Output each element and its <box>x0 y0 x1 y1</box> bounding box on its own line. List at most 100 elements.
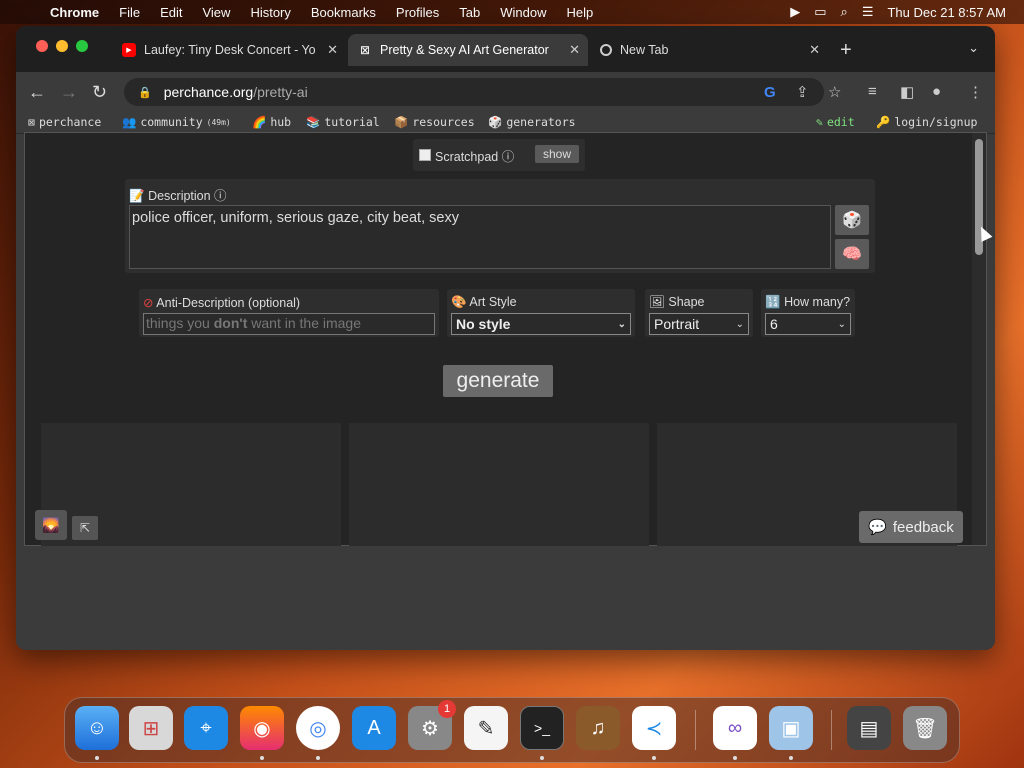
more-menu-icon[interactable]: ⋮ <box>968 83 983 101</box>
menu-file[interactable]: File <box>109 5 150 20</box>
window-empty-area <box>16 546 995 650</box>
play-icon[interactable]: ▶ <box>790 4 800 20</box>
firefox-icon[interactable]: ◉ <box>240 706 284 750</box>
search-icon[interactable]: ⌕ <box>841 4 848 20</box>
control-center-icon[interactable]: ☰ <box>862 4 874 20</box>
close-tab-icon[interactable]: ✕ <box>327 42 338 58</box>
generate-button[interactable]: generate <box>443 365 553 397</box>
dice-icon: 🎲 <box>842 212 862 229</box>
menu-chrome[interactable]: Chrome <box>40 5 109 20</box>
scratchpad-label: Scratchpad ⓘ <box>435 149 515 164</box>
login-link[interactable]: 🔑 login/signup <box>876 115 977 129</box>
tab-search-icon[interactable]: ⌄ <box>968 40 979 56</box>
description-textarea[interactable]: police officer, uniform, serious gaze, c… <box>129 205 831 269</box>
anti-description-input[interactable]: things you don't want in the image <box>143 313 435 335</box>
launchpad-icon[interactable]: ⊞ <box>129 706 173 750</box>
terminal-icon[interactable]: >_ <box>520 706 564 750</box>
running-indicator <box>789 756 793 760</box>
art-style-label-text: Art Style <box>469 295 517 309</box>
system-settings-icon[interactable]: ⚙ 1 <box>408 700 456 750</box>
minimize-window-button[interactable] <box>56 40 68 52</box>
show-scratchpad-button[interactable]: show <box>534 145 579 163</box>
close-tab-icon[interactable]: ✕ <box>569 42 580 58</box>
bookmark-tutorial[interactable]: 📚 tutorial <box>306 115 380 129</box>
datetime[interactable]: Thu Dec 21 8:57 AM <box>887 5 1006 20</box>
login-label: login/signup <box>894 115 978 129</box>
expand-icon[interactable]: ⇱ <box>72 516 98 540</box>
downloads-icon[interactable]: ▤ <box>847 706 891 750</box>
side-panel-icon[interactable]: ◧ <box>900 83 914 101</box>
new-tab-icon[interactable]: + <box>840 39 852 62</box>
profile-icon[interactable]: ● <box>932 83 941 100</box>
random-dice-button[interactable]: 🎲 <box>835 205 869 235</box>
vscode-icon[interactable]: ≺ <box>632 706 676 750</box>
brain-button[interactable]: 🧠 <box>835 239 869 269</box>
menu-edit[interactable]: Edit <box>150 5 192 20</box>
how-many-label: 🔢 How many? <box>765 295 850 310</box>
bookmark-label: hub <box>270 115 292 129</box>
bookmark-hub[interactable]: 🌈 hub <box>252 115 291 129</box>
tab-laufey[interactable]: ▶ Laufey: Tiny Desk Concert - Yo ✕ <box>112 34 346 66</box>
shape-select[interactable]: Portrait ⌄ <box>649 313 749 335</box>
forward-icon[interactable]: → <box>60 82 78 103</box>
menu-profiles[interactable]: Profiles <box>386 5 449 20</box>
bookmark-community[interactable]: 👥 community (49m) <box>122 115 231 129</box>
menu-view[interactable]: View <box>192 5 240 20</box>
chrome-icon[interactable]: ◎ <box>296 706 340 750</box>
bookmark-label: community <box>140 115 203 129</box>
menu-bookmarks[interactable]: Bookmarks <box>301 5 386 20</box>
prohibited-icon: ⊘ <box>143 296 154 310</box>
close-window-button[interactable] <box>36 40 48 52</box>
google-icon[interactable]: G <box>764 84 776 101</box>
art-style-label: 🎨 Art Style <box>451 295 517 310</box>
screen-mirror-icon[interactable]: ▭ <box>814 4 826 20</box>
how-many-select[interactable]: 6 ⌄ <box>765 313 851 335</box>
key-icon: 🔑 <box>876 115 891 129</box>
bookmark-resources[interactable]: 📦 resources <box>394 115 475 129</box>
reading-list-icon[interactable]: ≡ <box>868 83 877 100</box>
zoom-window-button[interactable] <box>76 40 88 52</box>
back-icon[interactable]: ← <box>28 82 46 103</box>
bookmark-generators[interactable]: 🎲 generators <box>488 115 576 129</box>
share-icon[interactable]: ⇪ <box>796 83 809 101</box>
lock-icon[interactable]: 🔒 <box>138 86 152 99</box>
notification-badge: 1 <box>438 700 456 718</box>
page-scrollbar[interactable] <box>972 133 986 545</box>
reload-icon[interactable]: ↻ <box>92 82 107 103</box>
tab-pretty-ai[interactable]: ⊠ Pretty & Sexy AI Art Generator ✕ <box>348 34 588 66</box>
menu-tab[interactable]: Tab <box>449 5 490 20</box>
edit-link[interactable]: ✎ edit <box>816 115 855 129</box>
perchance-icon: ⊠ <box>28 115 35 129</box>
finder-icon[interactable]: ☺ <box>75 706 119 750</box>
bookmark-star-icon[interactable]: ☆ <box>828 83 841 101</box>
garageband-icon[interactable]: ♫ <box>576 706 620 750</box>
numbers-icon: 🔢 <box>765 295 781 309</box>
app-store-icon[interactable]: A <box>352 706 396 750</box>
art-style-select[interactable]: No style ⌄ <box>451 313 631 335</box>
feedback-button[interactable]: 💬 feedback <box>859 511 963 543</box>
speech-bubble-icon: 💬 <box>868 519 887 536</box>
how-many-panel: 🔢 How many? 6 ⌄ <box>761 289 855 337</box>
url-path: /pretty-ai <box>253 84 308 100</box>
chrome-icon <box>600 44 612 56</box>
address-bar[interactable]: 🔒 perchance.org/pretty-ai G ⇪ ☆ <box>124 78 841 106</box>
tab-title: New Tab <box>620 43 669 57</box>
safari-icon[interactable]: ⌖ <box>184 706 228 750</box>
preview-icon[interactable]: ▣ <box>769 706 813 750</box>
textedit-icon[interactable]: ✎ <box>464 706 508 750</box>
anti-label-text: Anti-Description (optional) <box>156 296 301 310</box>
close-tab-icon[interactable]: ✕ <box>809 42 820 58</box>
tab-new-tab[interactable]: New Tab ✕ <box>590 34 828 66</box>
bookmark-perchance[interactable]: ⊠ perchance <box>28 115 101 129</box>
gallery-button[interactable]: 🌄 <box>35 510 67 540</box>
bookmark-label: generators <box>506 115 576 129</box>
menu-history[interactable]: History <box>240 5 300 20</box>
menu-window[interactable]: Window <box>490 5 556 20</box>
visual-studio-icon[interactable]: ∞ <box>713 706 757 750</box>
edit-label: edit <box>826 115 855 129</box>
running-indicator <box>95 756 99 760</box>
scratchpad-panel: Scratchpad ⓘ show <box>413 139 585 171</box>
picture-icon: 🖼 <box>649 295 665 309</box>
trash-icon[interactable]: 🗑 <box>903 706 947 750</box>
menu-help[interactable]: Help <box>557 5 604 20</box>
